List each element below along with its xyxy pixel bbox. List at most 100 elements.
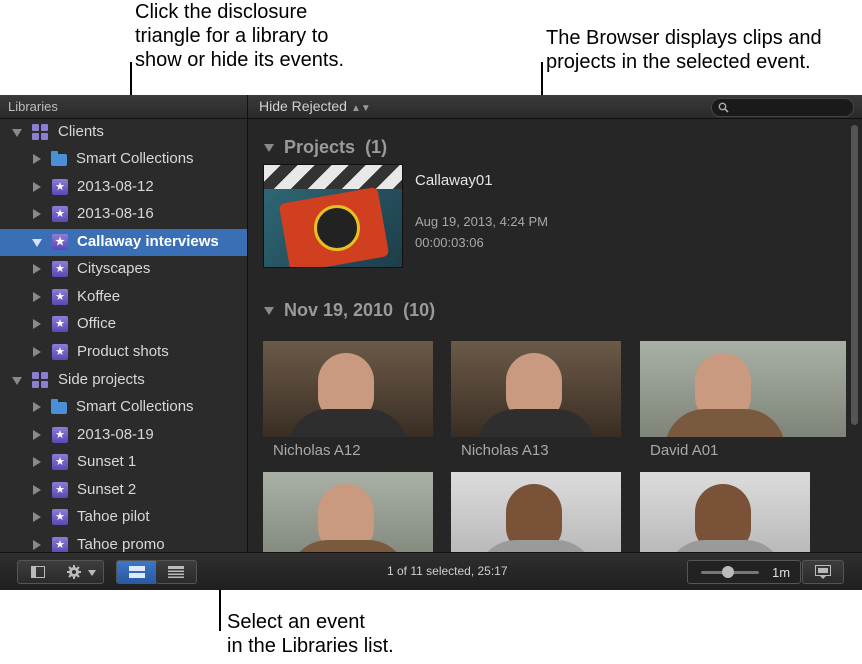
clip-appearance-icon (815, 565, 831, 579)
sidebar-item-event-selected[interactable]: ★ Callaway interviews (0, 229, 247, 256)
clip-person-body (476, 540, 596, 552)
sidebar-item-event[interactable]: ★ Tahoe promo (0, 532, 247, 552)
browser-pane: Projects (1) Callaway01 Aug 19, 2013, 4:… (248, 119, 862, 552)
disclosure-triangle-open-icon[interactable] (264, 307, 274, 316)
event-star-icon: ★ (52, 482, 68, 498)
sidebar-toggle-button[interactable] (17, 560, 59, 584)
filmstrip-view-icon (129, 566, 145, 578)
clapperboard-icon (264, 165, 402, 189)
sidebar-item-label: Product shots (77, 343, 169, 360)
sidebar-item-event[interactable]: ★ 2013-08-12 (0, 174, 247, 201)
search-field[interactable] (711, 98, 854, 117)
event-count: (10) (403, 300, 436, 320)
sidebar-item-folder[interactable]: Smart Collections (0, 394, 247, 421)
gear-icon (67, 565, 81, 579)
disclosure-triangle-closed-icon[interactable] (33, 292, 41, 302)
filter-label: Hide Rejected (259, 98, 347, 114)
projects-section-header[interactable]: Projects (1) (264, 137, 387, 158)
sidebar-item-event[interactable]: ★ Office (0, 311, 247, 338)
sidebar-item-label: Clients (58, 123, 104, 140)
disclosure-triangle-closed-icon[interactable] (33, 540, 41, 550)
bottom-toolbar: 1 of 11 selected, 25:17 1m (0, 552, 862, 590)
callout-disclosure: Click the disclosure triangle for a libr… (135, 0, 344, 72)
callout-browser-line2: projects in the selected event. (546, 51, 811, 73)
list-view-button[interactable] (156, 560, 197, 584)
clip-thumbnail[interactable] (640, 472, 810, 552)
clip-person-body (288, 540, 408, 552)
sidebar-item-label: 2013-08-16 (77, 205, 154, 222)
disclosure-triangle-open-icon[interactable] (12, 129, 22, 137)
browser-scrollbar[interactable] (851, 125, 858, 425)
clip-thumbnail[interactable] (451, 472, 621, 552)
sidebar-item-label: Koffee (77, 288, 121, 305)
clip-name: Nicholas A13 (461, 442, 549, 459)
sidebar-item-label: Tahoe pilot (77, 508, 150, 525)
disclosure-triangle-closed-icon[interactable] (33, 154, 41, 164)
disclosure-triangle-open-icon[interactable] (12, 377, 22, 385)
sidebar-item-event[interactable]: ★ Koffee (0, 284, 247, 311)
disclosure-triangle-closed-icon[interactable] (33, 264, 41, 274)
callout-browser-line1: The Browser displays clips and (546, 27, 822, 49)
clip-person-body (288, 409, 408, 437)
sidebar-item-label: Sunset 1 (77, 453, 137, 470)
project-date: Aug 19, 2013, 4:24 PM (415, 214, 548, 229)
folder-icon (51, 151, 67, 166)
action-menu-button[interactable] (57, 560, 104, 584)
disclosure-triangle-closed-icon[interactable] (33, 402, 41, 412)
sidebar-item-event[interactable]: ★ Cityscapes (0, 256, 247, 283)
clip-appearance-button[interactable] (802, 560, 844, 584)
sidebar-item-event[interactable]: ★ Tahoe pilot (0, 504, 247, 531)
filmstrip-view-button[interactable] (116, 560, 158, 584)
disclosure-triangle-closed-icon[interactable] (33, 347, 41, 357)
toolbar-divider (247, 95, 248, 118)
event-star-icon: ★ (52, 234, 68, 250)
clip-thumbnail[interactable] (263, 341, 433, 437)
zoom-slider-knob[interactable] (722, 566, 734, 578)
disclosure-triangle-closed-icon[interactable] (33, 209, 41, 219)
clip-zoom-control[interactable]: 1m (687, 560, 801, 584)
sidebar-item-label: Office (77, 315, 116, 332)
zoom-duration-label: 1m (772, 565, 791, 580)
event-star-icon: ★ (52, 537, 68, 552)
disclosure-triangle-closed-icon[interactable] (33, 182, 41, 192)
event-star-icon: ★ (52, 427, 68, 443)
library-icon (32, 124, 48, 140)
sidebar-item-event[interactable]: ★ Product shots (0, 339, 247, 366)
disclosure-triangle-open-icon[interactable] (32, 239, 42, 247)
sidebar-item-event[interactable]: ★ Sunset 1 (0, 449, 247, 476)
sidebar-item-label: Sunset 2 (77, 481, 137, 498)
clip-person-body (665, 409, 785, 437)
event-section-header[interactable]: Nov 19, 2010 (10) (264, 300, 435, 321)
sidebar-item-library[interactable]: Side projects (0, 367, 247, 394)
event-star-icon: ★ (52, 316, 68, 332)
sidebar-item-label: 2013-08-19 (77, 426, 154, 443)
sidebar-item-library[interactable]: Clients (0, 119, 247, 146)
project-thumbnail[interactable] (263, 164, 403, 268)
sidebar-item-label: Smart Collections (76, 150, 194, 167)
clip-name: Nicholas A12 (273, 442, 361, 459)
callout-disclosure-line1: Click the disclosure (135, 1, 308, 23)
disclosure-triangle-closed-icon[interactable] (33, 485, 41, 495)
project-name[interactable]: Callaway01 (415, 172, 493, 189)
popup-arrows-icon: ▲▼ (350, 103, 371, 114)
event-star-icon: ★ (52, 454, 68, 470)
selection-status: 1 of 11 selected, 25:17 (387, 564, 508, 578)
callout-select-event-line1: Select an event (227, 611, 365, 633)
clip-thumbnail[interactable] (451, 341, 621, 437)
sidebar-item-event[interactable]: ★ Sunset 2 (0, 477, 247, 504)
filter-popup[interactable]: Hide Rejected ▲▼ (259, 98, 371, 114)
sidebar-item-event[interactable]: ★ 2013-08-19 (0, 422, 247, 449)
disclosure-triangle-open-icon[interactable] (264, 144, 274, 153)
clip-thumbnail[interactable] (263, 472, 433, 552)
disclosure-triangle-closed-icon[interactable] (33, 430, 41, 440)
sidebar-item-event[interactable]: ★ 2013-08-16 (0, 201, 247, 228)
disclosure-triangle-closed-icon[interactable] (33, 319, 41, 329)
event-star-icon: ★ (52, 179, 68, 195)
clip-person-body (665, 540, 785, 552)
libraries-title: Libraries (8, 99, 58, 114)
disclosure-triangle-closed-icon[interactable] (33, 512, 41, 522)
disclosure-triangle-closed-icon[interactable] (33, 457, 41, 467)
projects-header-label: Projects (284, 137, 356, 157)
clip-thumbnail[interactable] (640, 341, 846, 437)
sidebar-item-folder[interactable]: Smart Collections (0, 146, 247, 173)
